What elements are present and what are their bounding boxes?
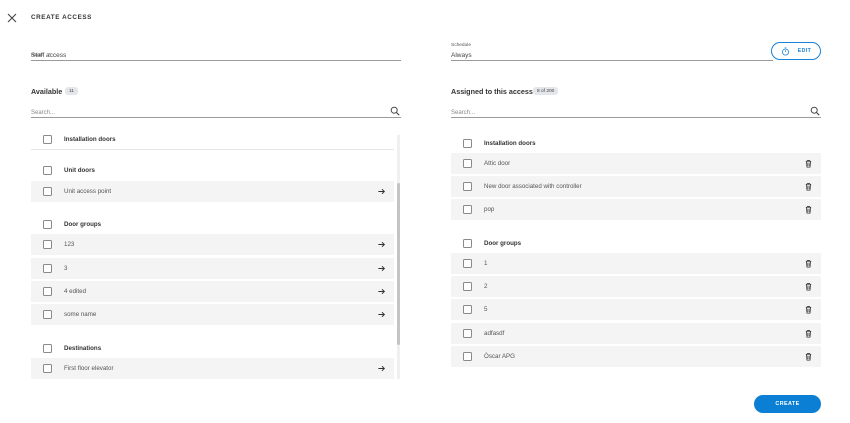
list-item[interactable]: Attic door	[451, 153, 821, 175]
assigned-search-underline	[451, 117, 821, 118]
row-checkbox[interactable]	[463, 139, 472, 148]
schedule-value: Always	[451, 52, 472, 59]
row-checkbox[interactable]	[463, 182, 472, 191]
available-title: Available	[31, 87, 63, 96]
group-label: Installation doors	[484, 140, 536, 147]
item-label: 3	[64, 265, 68, 272]
trash-icon[interactable]	[804, 329, 813, 338]
list-item[interactable]: 2	[451, 276, 821, 298]
row-checkbox[interactable]	[43, 364, 52, 373]
list-item[interactable]: some name	[31, 304, 394, 326]
group-header-row[interactable]: Destinations	[31, 338, 394, 358]
group-label: Installation doors	[64, 136, 116, 143]
list-item[interactable]: Òscar APG	[451, 346, 821, 368]
item-label: 2	[484, 283, 488, 290]
item-label: 1	[484, 260, 488, 267]
row-checkbox[interactable]	[43, 187, 52, 196]
list-item[interactable]: 5	[451, 299, 821, 321]
group-header-row[interactable]: Door groups	[451, 234, 821, 253]
edit-schedule-button[interactable]: EDIT	[771, 42, 821, 60]
arrow-right-icon[interactable]	[377, 264, 386, 273]
row-checkbox[interactable]	[463, 305, 472, 314]
search-icon[interactable]	[810, 106, 820, 116]
group-header-row[interactable]: Installation doors	[451, 134, 821, 153]
trash-icon[interactable]	[804, 182, 813, 191]
list-item[interactable]: New door associated with controller	[451, 176, 821, 198]
schedule-field-label: Schedule	[451, 43, 472, 48]
group-header-row[interactable]: Unit doors	[31, 160, 394, 180]
group-label: Door groups	[484, 240, 522, 247]
arrow-right-icon[interactable]	[377, 287, 386, 296]
arrow-right-icon[interactable]	[377, 187, 386, 196]
trash-icon[interactable]	[804, 259, 813, 268]
item-label: pop	[484, 206, 495, 213]
available-search-underline	[31, 117, 401, 118]
available-count-badge: 11	[65, 87, 78, 95]
item-label: Òscar APG	[484, 353, 515, 360]
trash-icon[interactable]	[804, 305, 813, 314]
name-input[interactable]: Staff access	[31, 52, 66, 59]
row-checkbox[interactable]	[43, 135, 52, 144]
row-checkbox[interactable]	[43, 264, 52, 273]
item-label: New door associated with controller	[484, 183, 582, 190]
arrow-right-icon[interactable]	[377, 364, 386, 373]
row-checkbox[interactable]	[43, 343, 52, 353]
row-checkbox[interactable]	[463, 282, 472, 291]
close-icon[interactable]	[6, 12, 18, 24]
name-input-underline	[31, 60, 401, 61]
trash-icon[interactable]	[804, 352, 813, 361]
list-item[interactable]: 1	[451, 253, 821, 275]
item-label: 5	[484, 306, 488, 313]
list-item[interactable]: pop	[451, 199, 821, 221]
row-checkbox[interactable]	[463, 329, 472, 338]
assigned-title: Assigned to this access	[451, 87, 533, 96]
trash-icon[interactable]	[804, 159, 813, 168]
schedule-underline	[451, 60, 773, 61]
assigned-search-input[interactable]: Search...	[451, 110, 475, 116]
assigned-list: Installation doors Attic door New door ass…	[451, 134, 821, 374]
row-checkbox[interactable]	[43, 165, 52, 175]
assigned-count-badge: 8 of 200	[533, 87, 559, 95]
list-item[interactable]: Unit access point	[31, 181, 394, 203]
list-item[interactable]: 123	[31, 234, 394, 256]
search-icon[interactable]	[390, 106, 400, 116]
list-item[interactable]: 3	[31, 258, 394, 280]
edit-label: EDIT	[797, 48, 812, 54]
row-checkbox[interactable]	[463, 205, 472, 214]
list-item[interactable]: 4 edited	[31, 281, 394, 303]
row-checkbox[interactable]	[43, 219, 52, 229]
available-scrollbar-thumb[interactable]	[397, 183, 400, 345]
group-header-row[interactable]: Door groups	[31, 214, 394, 234]
item-label: Unit access point	[64, 188, 112, 195]
trash-icon[interactable]	[804, 205, 813, 214]
row-checkbox[interactable]	[43, 310, 52, 319]
group-label: Unit doors	[64, 166, 95, 174]
available-search-input[interactable]: Search...	[31, 110, 55, 116]
row-checkbox[interactable]	[463, 159, 472, 168]
item-label: adfasdf	[484, 330, 505, 337]
create-button[interactable]: CREATE	[754, 395, 821, 413]
list-item[interactable]: adfasdf	[451, 323, 821, 345]
group-label: Destinations	[64, 344, 102, 352]
timer-icon	[781, 46, 789, 56]
list-item[interactable]: First floor elevator	[31, 358, 394, 380]
item-label: Attic door	[484, 160, 511, 167]
trash-icon[interactable]	[804, 282, 813, 291]
item-label: 4 edited	[64, 288, 87, 295]
row-checkbox[interactable]	[463, 352, 472, 361]
arrow-right-icon[interactable]	[377, 240, 386, 249]
item-label: 123	[64, 241, 75, 248]
row-checkbox[interactable]	[43, 287, 52, 296]
item-label: some name	[64, 311, 97, 318]
available-list: Installation doors Unit doors Unit access …	[31, 130, 394, 380]
row-checkbox[interactable]	[43, 240, 52, 249]
group-header-row[interactable]: Installation doors	[31, 130, 394, 150]
item-label: First floor elevator	[64, 365, 114, 372]
arrow-right-icon[interactable]	[377, 310, 386, 319]
group-label: Door groups	[64, 220, 102, 228]
page-title: CREATE ACCESS	[31, 14, 92, 21]
row-checkbox[interactable]	[463, 239, 472, 248]
row-checkbox[interactable]	[463, 259, 472, 268]
